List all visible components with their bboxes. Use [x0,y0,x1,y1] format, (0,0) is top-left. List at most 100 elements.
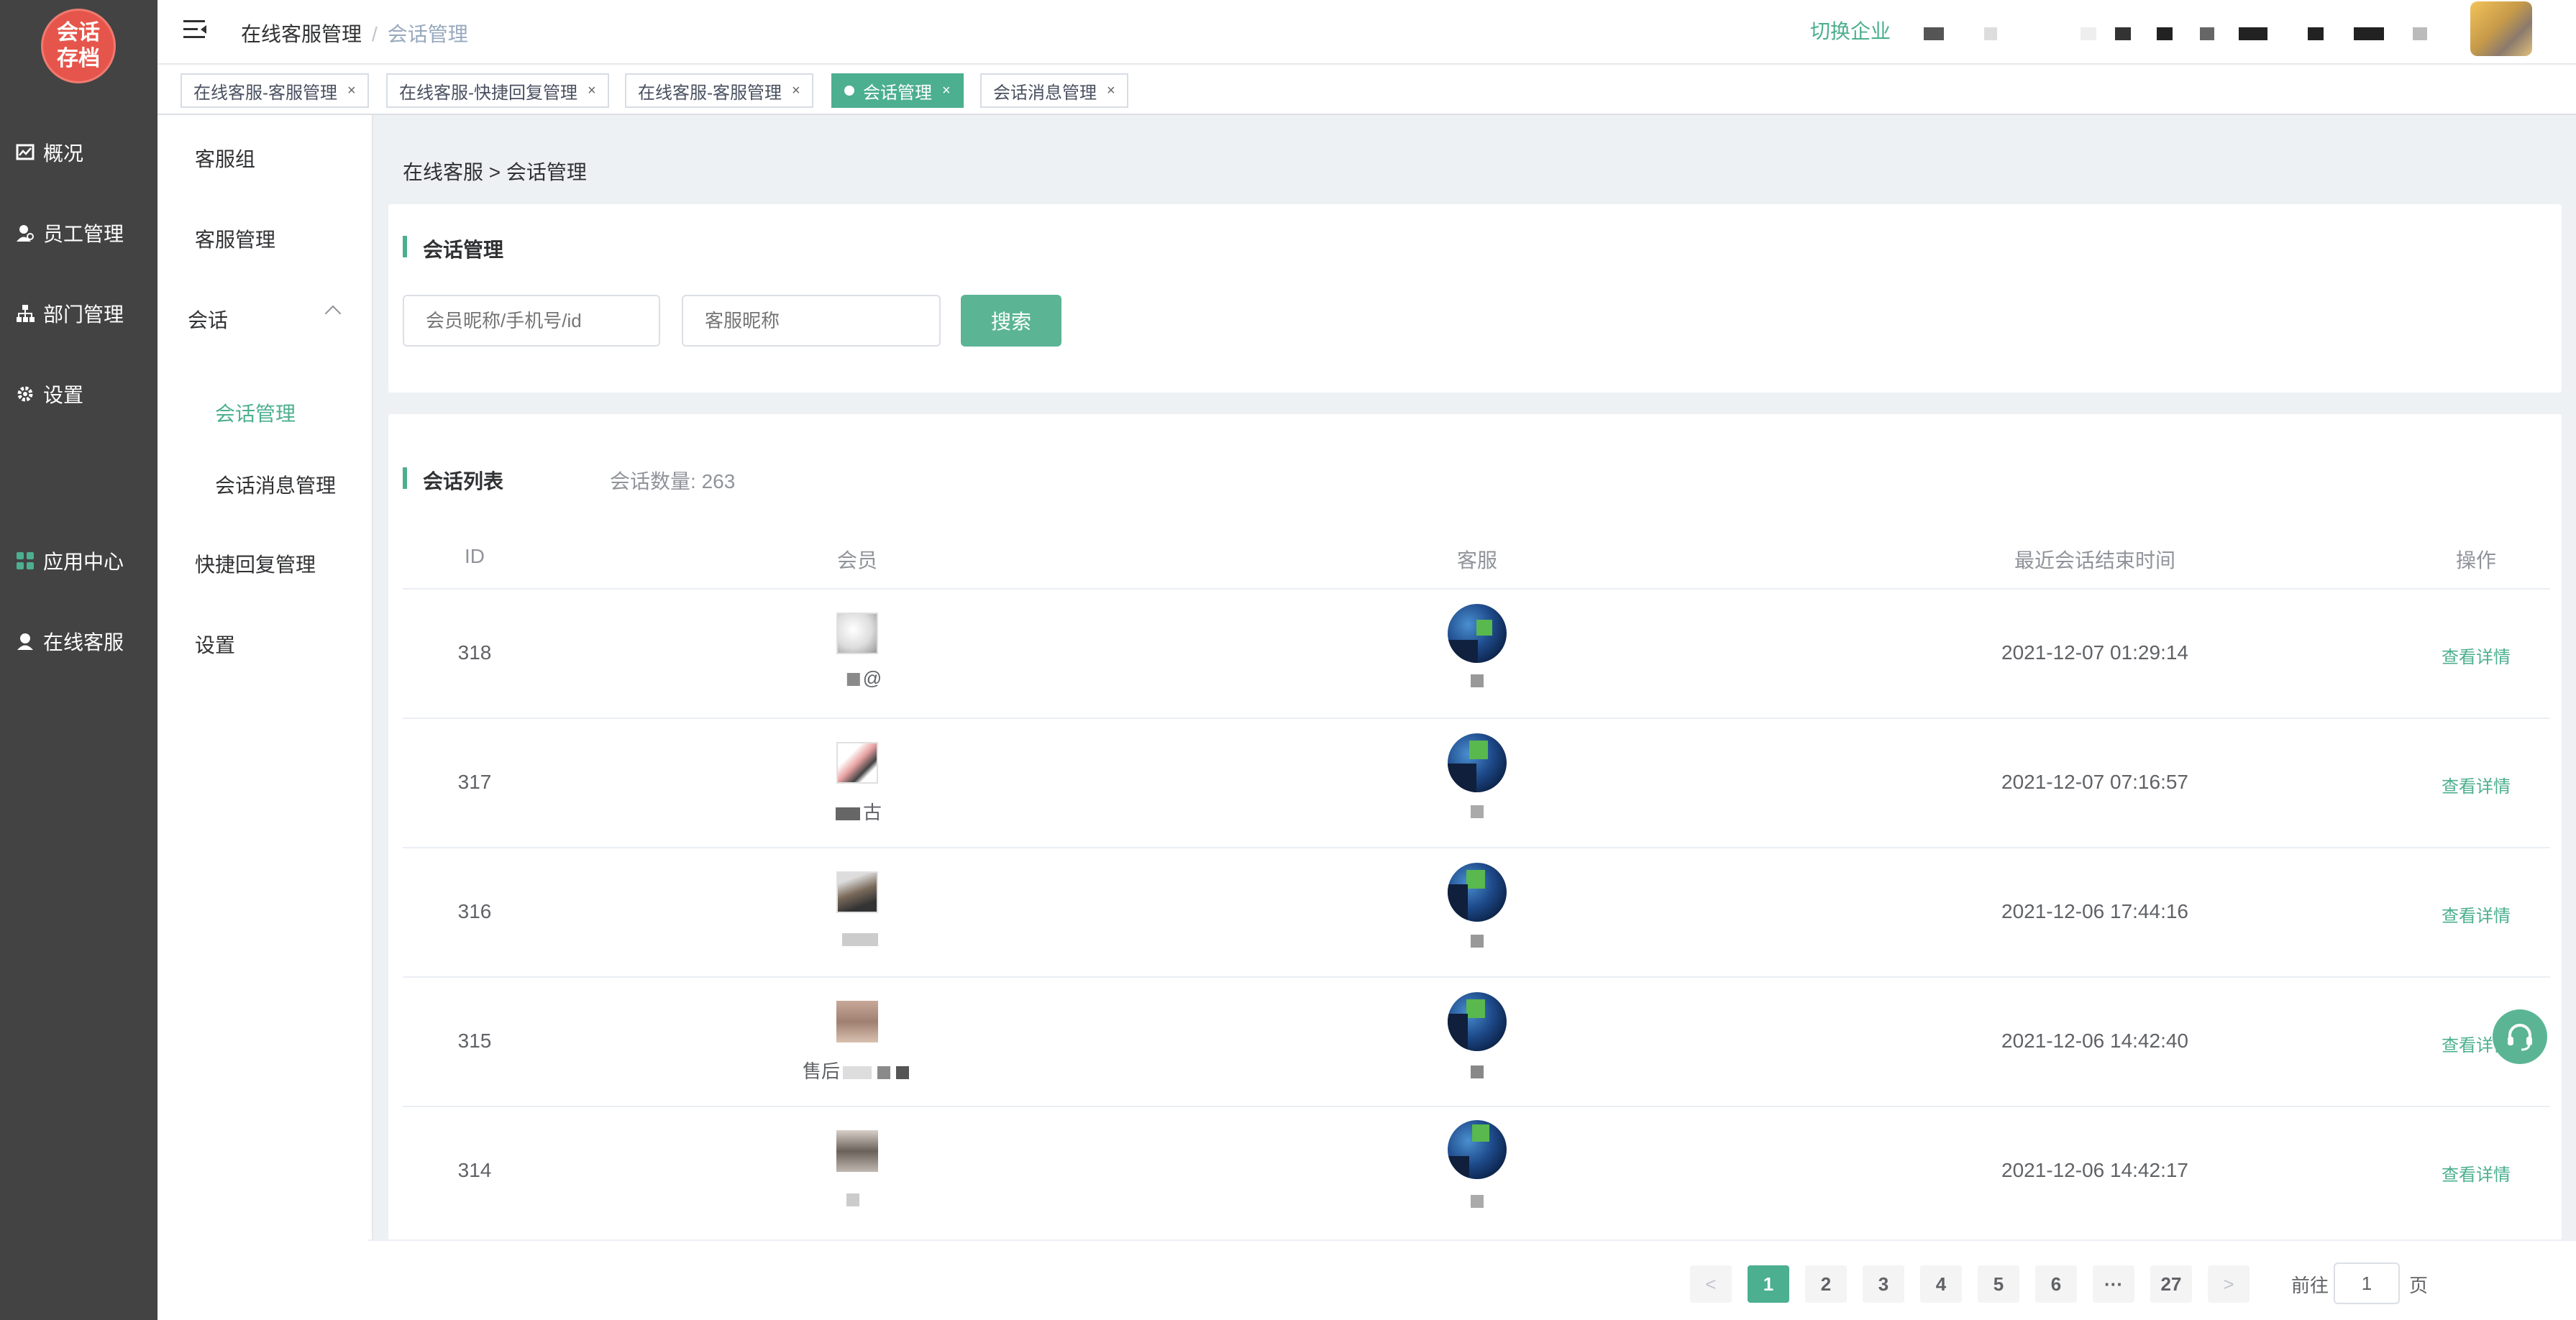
tab-service-manage-2[interactable]: 在线客服-客服管理 × [625,73,813,108]
member-name: @ [844,667,882,689]
support-agent-icon [17,633,33,650]
chart-icon [16,144,35,160]
member-name: 古 [833,798,882,825]
page-button-2[interactable]: 2 [1805,1265,1847,1303]
session-count-value: 263 [701,470,736,492]
member-search-input[interactable] [403,295,660,347]
submenu-session-messages[interactable]: 会话消息管理 [215,470,336,499]
app-logo[interactable]: 会话 存档 [41,9,116,83]
support-float-button[interactable] [2493,1009,2547,1064]
close-icon[interactable]: × [792,83,800,99]
row-id: 317 [457,771,492,793]
breadcrumb: 在线客服管理 / 会话管理 [241,19,468,47]
user-icon [17,225,34,242]
tab-label: 会话消息管理 [993,83,1097,103]
member-avatar [836,1001,878,1042]
submenu-session-group[interactable]: 会话 [188,305,228,334]
prev-page-button[interactable]: < [1690,1265,1732,1303]
submenu-settings[interactable]: 设置 [195,630,235,659]
sidebar-item-settings[interactable]: 设置 [16,380,83,408]
agent-search-input[interactable] [682,295,941,347]
goto-page-input[interactable] [2334,1262,2400,1304]
page-button-4[interactable]: 4 [1920,1265,1962,1303]
redacted-block [1471,1065,1484,1079]
submenu-service-group[interactable]: 客服组 [195,144,255,173]
tab-session-manage[interactable]: 会话管理 × [831,73,964,108]
page-ellipsis[interactable]: ··· [2093,1265,2134,1303]
view-details-link[interactable]: 查看详情 [2442,772,2511,797]
sidebar-item-label: 设置 [43,384,84,406]
submenu-session-manage[interactable]: 会话管理 [215,398,296,427]
sidebar-item-label: 部门管理 [43,303,124,326]
submenu-service-manage[interactable]: 客服管理 [195,224,275,253]
tab-service-manage[interactable]: 在线客服-客服管理 × [181,73,369,108]
row-last-time: 2021-12-06 14:42:17 [2001,1159,2188,1181]
member-name-text: @ [862,667,882,689]
member-name-text: 古 [862,802,882,823]
redacted-block [1471,805,1484,819]
sidebar-item-app-center[interactable]: 应用中心 [16,546,124,575]
switch-enterprise-link[interactable]: 切换企业 [1810,16,1891,45]
session-count: 会话数量: 263 [610,466,735,495]
close-icon[interactable]: × [942,83,951,99]
member-avatar [836,613,878,654]
row-divider [403,718,2550,719]
search-button[interactable]: 搜索 [961,295,1061,347]
redacted-block [1471,935,1484,948]
row-id: 318 [457,641,492,664]
logo-line-1: 会话 [57,21,100,45]
member-avatar [836,742,878,784]
page-button-5[interactable]: 5 [1978,1265,2019,1303]
column-header-id: ID [465,545,485,567]
chevron-up-icon[interactable] [324,305,342,322]
submenu-quick-reply[interactable]: 快捷回复管理 [195,549,316,578]
redacted-block [877,1066,891,1080]
view-details-link[interactable]: 查看详情 [2442,1160,2511,1186]
sidebar-item-staff[interactable]: 员工管理 [16,219,124,247]
page-button-3[interactable]: 3 [1863,1265,1904,1303]
view-details-link[interactable]: 查看详情 [2442,643,2511,668]
tab-quick-reply[interactable]: 在线客服-快捷回复管理 × [386,73,609,108]
gear-icon [17,386,33,402]
headset-icon [2508,1024,2532,1051]
row-last-time: 2021-12-06 14:42:40 [2001,1030,2188,1052]
user-avatar[interactable] [2470,1,2532,56]
redacted-block [843,1066,872,1080]
redacted-block [1471,1195,1484,1209]
row-divider [403,847,2550,848]
active-dot-icon [844,86,854,96]
session-count-label: 会话数量: [610,470,696,492]
agent-name [1468,929,1486,951]
org-icon [17,305,35,322]
page-button-1[interactable]: 1 [1748,1265,1789,1303]
row-last-time: 2021-12-07 07:16:57 [2001,771,2188,793]
member-avatar [836,1130,878,1172]
breadcrumb-separator: / [372,23,378,45]
goto-suffix: 页 [2409,1275,2429,1296]
close-icon[interactable]: × [347,83,356,99]
close-icon[interactable]: × [588,83,596,99]
menu-toggle-icon[interactable] [183,20,208,39]
tab-session-messages[interactable]: 会话消息管理 × [980,73,1128,108]
view-details-link[interactable]: 查看详情 [2442,902,2511,927]
list-card-title: 会话列表 [403,466,503,495]
page-button-6[interactable]: 6 [2035,1265,2077,1303]
sidebar-item-overview[interactable]: 概况 [16,138,83,167]
sidebar-item-departments[interactable]: 部门管理 [16,299,124,328]
sidebar-item-online-service[interactable]: 在线客服 [16,627,124,656]
close-icon[interactable]: × [1107,83,1115,99]
tab-label: 会话管理 [863,83,932,103]
agent-avatar [1448,1120,1507,1179]
redacted-block [896,1066,910,1080]
agent-avatar [1448,863,1507,922]
column-header-action: 操作 [2455,549,2497,572]
goto-label: 前往 [2291,1275,2329,1296]
next-page-button[interactable]: > [2208,1265,2250,1303]
agent-name [1468,1189,1486,1211]
page-button-27[interactable]: 27 [2150,1265,2192,1303]
search-card-title: 会话管理 [403,234,503,263]
breadcrumb-parent[interactable]: 在线客服管理 [241,23,362,45]
agent-avatar [1448,992,1507,1051]
main-sidebar: 会话 存档 概况 员工管理 部门管理 设置 应用中心 在线客服 [0,0,157,1320]
tab-label: 在线客服-快捷回复管理 [399,83,577,103]
